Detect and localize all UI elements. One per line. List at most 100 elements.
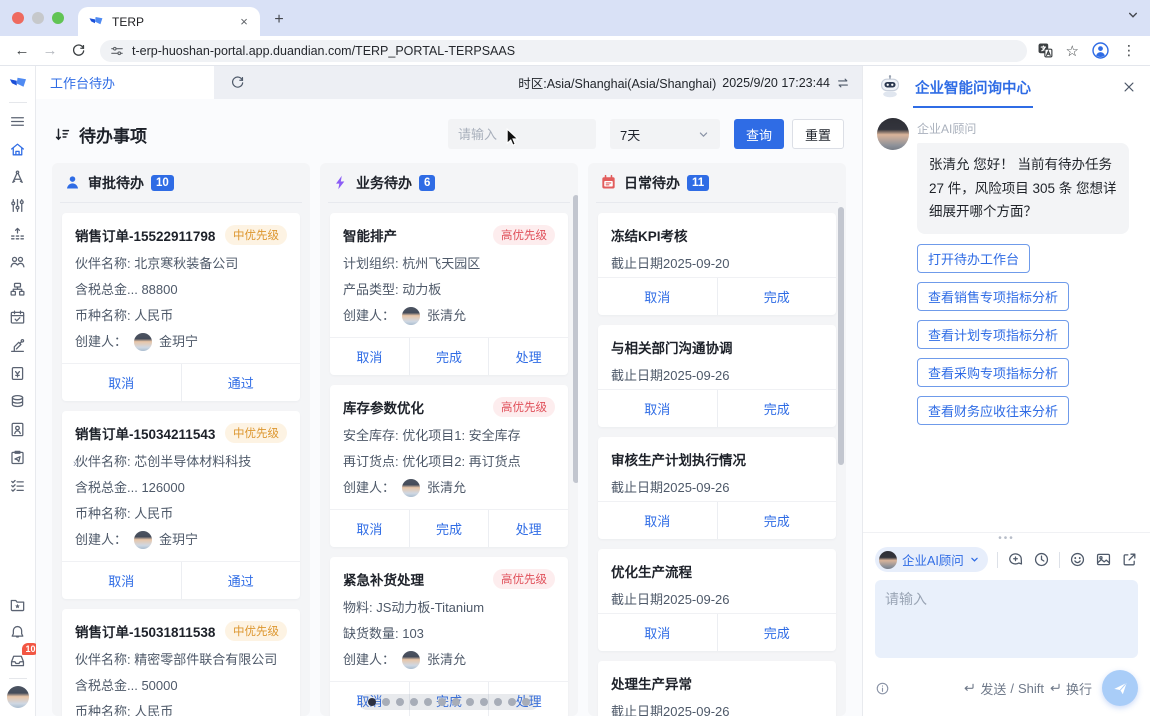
todo-card[interactable]: 紧急补货处理高优先级物料: JS动力板-Titanium缺货数量: 103创建人… — [330, 557, 568, 716]
card-action-完成[interactable]: 完成 — [717, 278, 837, 315]
card-action-完成[interactable]: 完成 — [409, 338, 489, 375]
tab-close-icon[interactable]: × — [236, 14, 252, 30]
profile-avatar-icon[interactable] — [1091, 41, 1110, 60]
forward-icon[interactable]: → — [38, 42, 62, 59]
card-action-取消[interactable]: 取消 — [330, 338, 409, 375]
card-action-取消[interactable]: 取消 — [598, 390, 717, 427]
quick-action-button[interactable]: 查看销售专项指标分析 — [917, 282, 1069, 311]
agent-selector[interactable]: 企业AI顾问 — [875, 547, 988, 572]
window-minimize-button[interactable] — [32, 12, 44, 24]
carousel-dot[interactable] — [382, 698, 390, 706]
todo-card[interactable]: 审核生产计划执行情况截止日期2025-09-26取消完成 — [598, 437, 836, 539]
history-clock-icon[interactable] — [1033, 551, 1050, 568]
sidebar-item-clipboard-plane[interactable] — [5, 444, 31, 470]
card-action-完成[interactable]: 完成 — [717, 502, 837, 539]
sidebar-item-coins[interactable] — [5, 388, 31, 414]
quick-action-button[interactable]: 查看财务应收往来分析 — [917, 396, 1069, 425]
sidebar-item-inbox[interactable]: 10 — [5, 647, 31, 673]
sidebar-item-calendar-check[interactable] — [5, 304, 31, 330]
browser-tab[interactable]: TERP × — [78, 7, 260, 36]
carousel-dot[interactable] — [494, 698, 502, 706]
carousel-dot[interactable] — [368, 698, 376, 706]
card-action-完成[interactable]: 完成 — [409, 510, 489, 547]
reset-button[interactable]: 重置 — [792, 119, 844, 149]
card-action-取消[interactable]: 取消 — [598, 278, 717, 315]
quick-action-button[interactable]: 打开待办工作台 — [917, 244, 1030, 273]
url-bar[interactable]: t-erp-huoshan-portal.app.duandian.com/TE… — [100, 40, 1027, 62]
todo-card[interactable]: 库存参数优化高优先级安全库存: 优化项目1: 安全库存再订货点: 优化项目2: … — [330, 385, 568, 547]
resize-handle[interactable]: ••• — [875, 535, 1138, 543]
timezone-swap-icon[interactable] — [836, 76, 850, 90]
site-settings-icon[interactable] — [110, 44, 124, 58]
close-icon[interactable] — [1122, 80, 1136, 94]
new-chat-icon[interactable] — [1007, 551, 1024, 568]
sidebar-item-compass[interactable] — [5, 164, 31, 190]
refresh-icon[interactable] — [230, 75, 245, 90]
tab-workbench-todo[interactable]: 工作台待办 — [36, 66, 214, 99]
card-action-处理[interactable]: 处理 — [488, 510, 568, 547]
sidebar-item-doc-person[interactable] — [5, 416, 31, 442]
card-action-取消[interactable]: 取消 — [598, 502, 717, 539]
sidebar-collapse-handle[interactable]: » — [73, 458, 79, 470]
reload-icon[interactable] — [66, 43, 90, 58]
tab-search-chevron-icon[interactable] — [1126, 8, 1140, 22]
new-tab-button[interactable]: + — [266, 7, 292, 33]
sidebar-item-orgchart[interactable] — [5, 276, 31, 302]
card-action-通过[interactable]: 通过 — [181, 364, 301, 401]
window-zoom-button[interactable] — [52, 12, 64, 24]
sidebar-item-team[interactable] — [5, 248, 31, 274]
column-scrollbar[interactable] — [838, 207, 844, 465]
column-scrollbar[interactable] — [573, 195, 578, 483]
message-input[interactable] — [875, 580, 1138, 658]
carousel-dot[interactable] — [522, 698, 530, 706]
todo-card[interactable]: 销售订单-15522911798中优先级伙伴名称: 北京寒秋装备公司含税总金..… — [62, 213, 300, 401]
carousel-dot[interactable] — [396, 698, 404, 706]
sidebar-item-menu[interactable] — [5, 108, 31, 134]
back-icon[interactable]: ← — [10, 42, 34, 59]
card-action-处理[interactable]: 处理 — [488, 338, 568, 375]
carousel-dot[interactable] — [480, 698, 488, 706]
query-button[interactable]: 查询 — [734, 119, 784, 149]
window-close-button[interactable] — [12, 12, 24, 24]
bookmark-star-icon[interactable]: ☆ — [1066, 42, 1079, 60]
card-action-完成[interactable]: 完成 — [717, 390, 837, 427]
app-logo-icon[interactable] — [8, 74, 28, 94]
sort-icon[interactable] — [54, 126, 71, 143]
card-action-通过[interactable]: 通过 — [181, 562, 301, 599]
sidebar-item-tree[interactable] — [5, 220, 31, 246]
carousel-dot[interactable] — [466, 698, 474, 706]
card-action-取消[interactable]: 取消 — [598, 614, 717, 651]
image-icon[interactable] — [1095, 551, 1112, 568]
user-avatar[interactable] — [7, 686, 29, 708]
card-action-取消[interactable]: 取消 — [62, 364, 181, 401]
quick-action-button[interactable]: 查看采购专项指标分析 — [917, 358, 1069, 387]
sidebar-item-bill[interactable] — [5, 360, 31, 386]
sidebar-item-checklist[interactable] — [5, 472, 31, 498]
card-action-取消[interactable]: 取消 — [330, 510, 409, 547]
carousel-dot[interactable] — [508, 698, 516, 706]
card-action-完成[interactable]: 完成 — [717, 614, 837, 651]
translate-icon[interactable] — [1037, 42, 1054, 59]
send-button[interactable] — [1102, 670, 1138, 706]
card-action-取消[interactable]: 取消 — [62, 562, 181, 599]
emoji-icon[interactable] — [1069, 551, 1086, 568]
carousel-dot[interactable] — [452, 698, 460, 706]
todo-card[interactable]: 冻结KPI考核截止日期2025-09-20取消完成 — [598, 213, 836, 315]
todo-card[interactable]: 与相关部门沟通协调截止日期2025-09-26取消完成 — [598, 325, 836, 427]
quick-action-button[interactable]: 查看计划专项指标分析 — [917, 320, 1069, 349]
sidebar-item-bell[interactable] — [5, 619, 31, 645]
sidebar-item-home[interactable] — [5, 136, 31, 162]
carousel-dot[interactable] — [424, 698, 432, 706]
range-select[interactable]: 7天 — [610, 119, 720, 149]
todo-card[interactable]: 销售订单-15034211543中优先级伙伴名称: 芯创半导体材料科技含税总金.… — [62, 411, 300, 599]
search-input[interactable] — [448, 119, 596, 149]
info-icon[interactable] — [875, 681, 890, 696]
todo-card[interactable]: 优化生产流程截止日期2025-09-26取消完成 — [598, 549, 836, 651]
todo-card[interactable]: 处理生产异常截止日期2025-09-26取消完成 — [598, 661, 836, 716]
todo-card[interactable]: 智能排产高优先级计划组织: 杭州飞天园区产品类型: 动力板创建人：张清允取消完成… — [330, 213, 568, 375]
sidebar-item-sliders[interactable] — [5, 192, 31, 218]
todo-card[interactable]: 销售订单-15031811538中优先级伙伴名称: 精密零部件联合有限公司含税总… — [62, 609, 300, 716]
browser-menu-icon[interactable]: ⋮ — [1122, 42, 1136, 59]
sidebar-item-folder-star[interactable] — [5, 591, 31, 617]
sidebar-item-robot-arm[interactable] — [5, 332, 31, 358]
